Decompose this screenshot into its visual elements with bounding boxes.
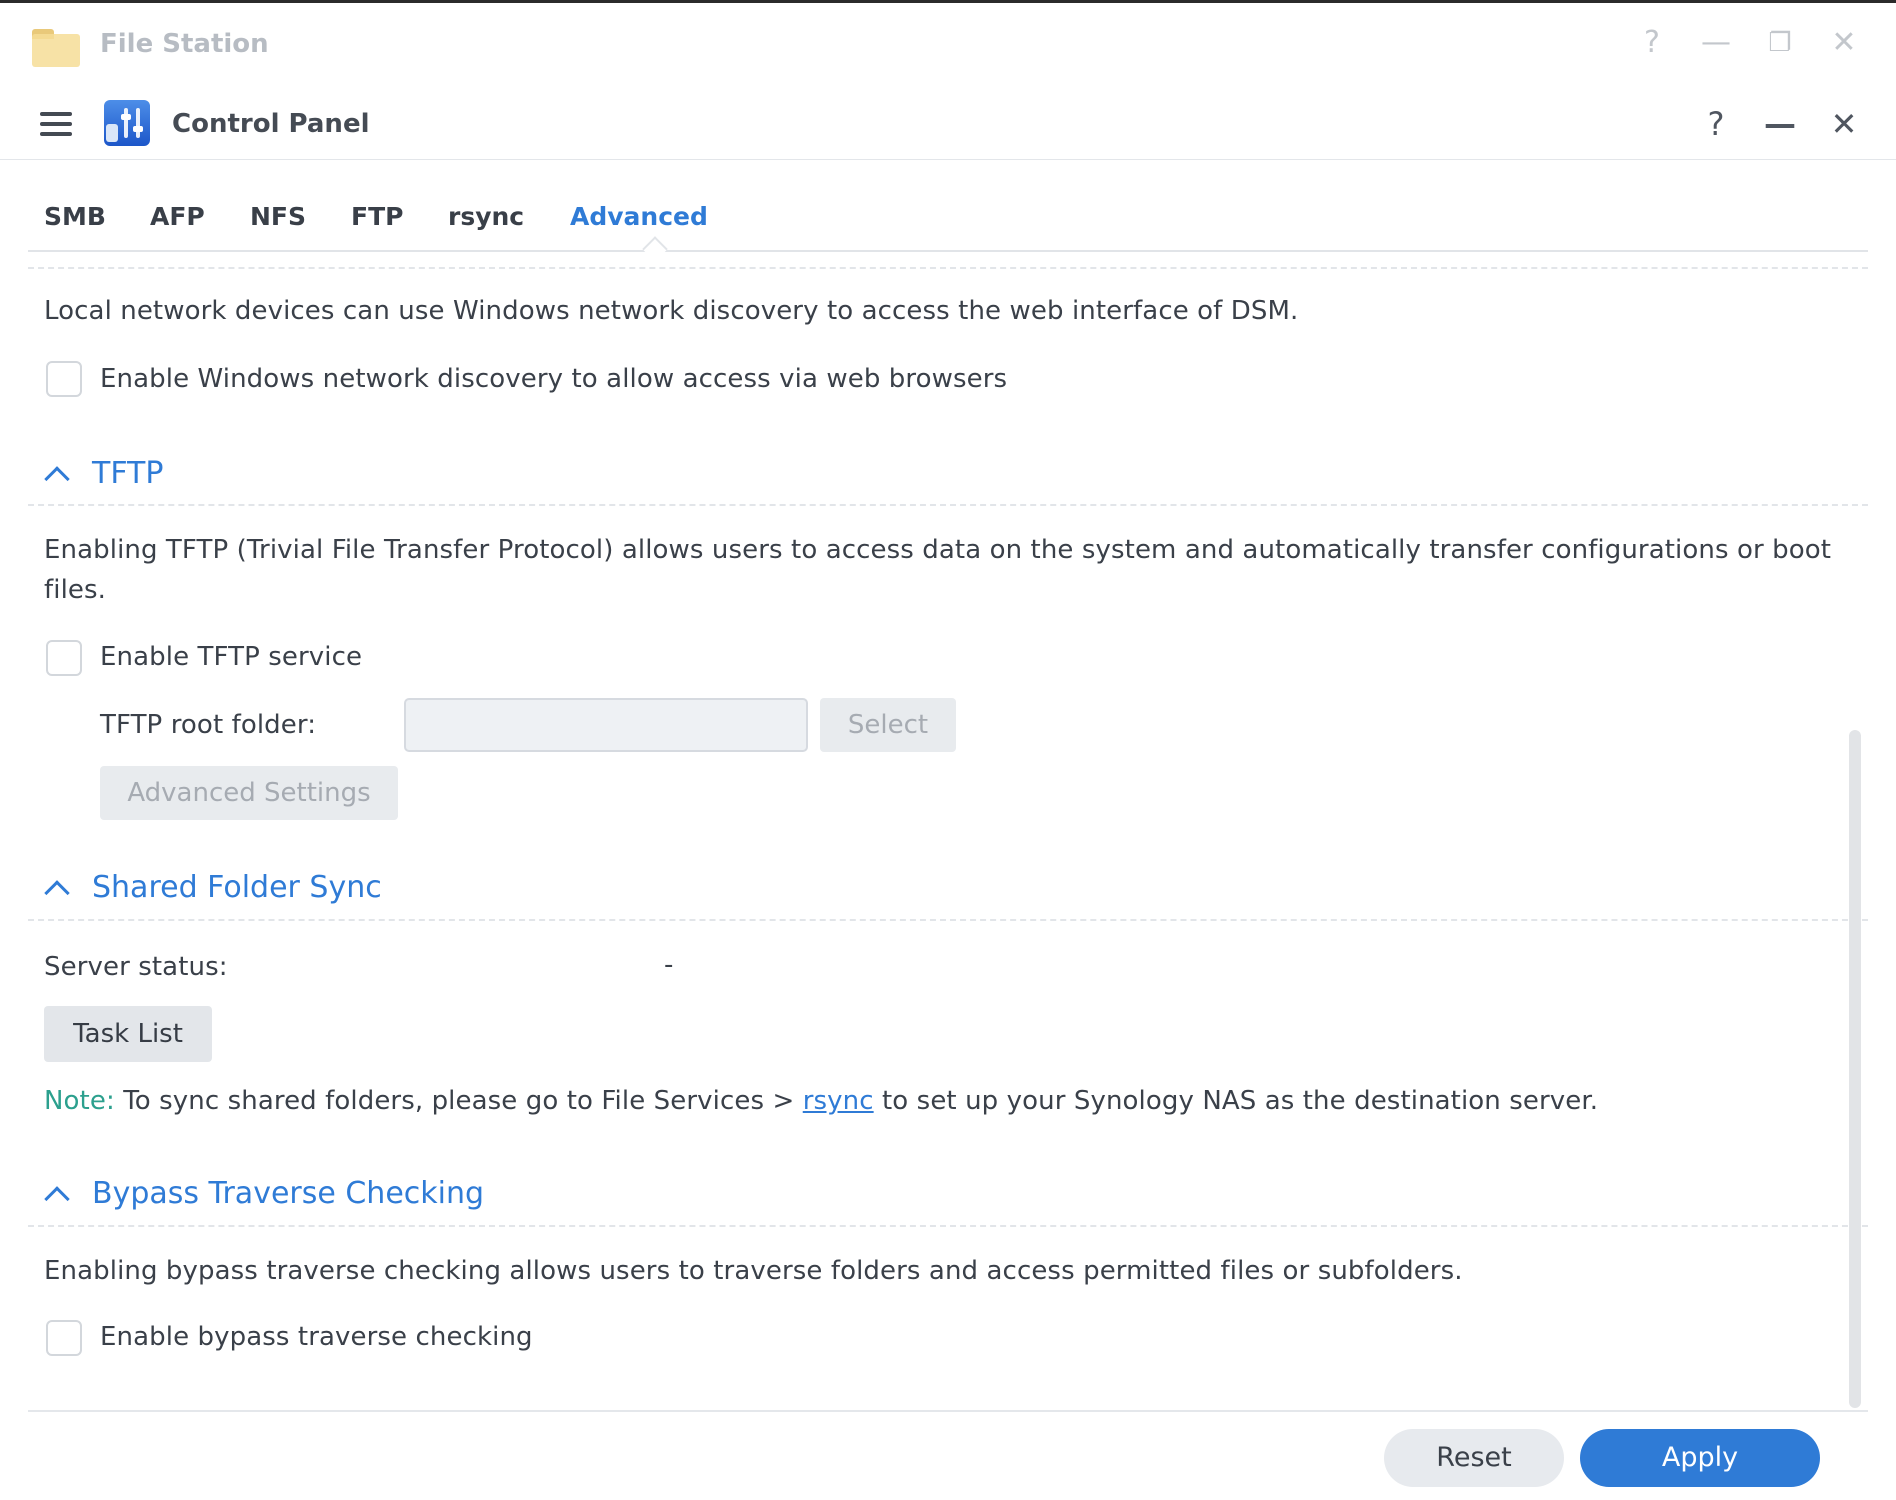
wsd-checkbox[interactable] bbox=[46, 361, 82, 397]
note-label: Note: bbox=[44, 1086, 115, 1116]
tab-afp[interactable]: AFP bbox=[150, 202, 205, 231]
reset-button[interactable]: Reset bbox=[1384, 1429, 1564, 1487]
tftp-heading: TFTP bbox=[92, 456, 164, 491]
footer-divider bbox=[28, 1410, 1868, 1412]
minimize-icon[interactable]: — bbox=[1696, 23, 1736, 63]
select-button[interactable]: Select bbox=[820, 698, 956, 752]
divider bbox=[28, 919, 1868, 921]
tftp-root-folder-input[interactable] bbox=[404, 698, 808, 752]
tftp-description: Enabling TFTP (Trivial File Transfer Pro… bbox=[44, 535, 1832, 605]
chevron-up-icon bbox=[44, 1186, 70, 1212]
advanced-settings-button[interactable]: Advanced Settings bbox=[100, 766, 398, 820]
control-panel-header: Control Panel ? — ✕ bbox=[0, 88, 1896, 160]
wsd-checkbox-label[interactable]: Enable Windows network discovery to allo… bbox=[100, 364, 1007, 394]
help-icon[interactable]: ? bbox=[1694, 102, 1738, 146]
tftp-checkbox-label[interactable]: Enable TFTP service bbox=[100, 642, 362, 672]
server-status-label: Server status: bbox=[44, 952, 228, 982]
note-text-before: To sync shared folders, please go to Fil… bbox=[123, 1086, 795, 1116]
bypass-traverse-heading: Bypass Traverse Checking bbox=[92, 1176, 485, 1211]
sync-note: Note: To sync shared folders, please go … bbox=[44, 1086, 1598, 1116]
tftp-root-folder-label: TFTP root folder: bbox=[100, 710, 317, 740]
chevron-up-icon bbox=[44, 880, 70, 906]
divider bbox=[28, 504, 1868, 506]
file-station-title: File Station bbox=[100, 29, 269, 59]
folder-icon bbox=[32, 25, 80, 67]
tab-advanced[interactable]: Advanced bbox=[570, 202, 708, 231]
shared-folder-sync-heading: Shared Folder Sync bbox=[92, 870, 382, 905]
tab-rsync[interactable]: rsync bbox=[448, 202, 524, 231]
tab-nfs[interactable]: NFS bbox=[250, 202, 306, 231]
vertical-scrollbar[interactable] bbox=[1849, 730, 1861, 1408]
tab-ftp[interactable]: FTP bbox=[351, 202, 403, 231]
rsync-link[interactable]: rsync bbox=[803, 1086, 874, 1116]
divider bbox=[28, 1225, 1868, 1227]
wsd-description: Local network devices can use Windows ne… bbox=[44, 296, 1299, 326]
divider bbox=[28, 267, 1868, 269]
tab-bar: SMB AFP NFS FTP rsync Advanced bbox=[28, 196, 1868, 262]
server-status-value: - bbox=[664, 950, 674, 980]
chevron-up-icon bbox=[44, 466, 70, 492]
restore-icon[interactable]: ❐ bbox=[1760, 23, 1800, 63]
active-tab-indicator bbox=[642, 236, 668, 262]
tftp-checkbox[interactable] bbox=[46, 640, 82, 676]
bypass-traverse-description: Enabling bypass traverse checking allows… bbox=[44, 1256, 1463, 1286]
minimize-icon[interactable]: — bbox=[1758, 102, 1802, 146]
close-icon[interactable]: ✕ bbox=[1824, 23, 1864, 63]
apply-button[interactable]: Apply bbox=[1580, 1429, 1820, 1487]
bypass-traverse-checkbox[interactable] bbox=[46, 1320, 82, 1356]
note-text-after: to set up your Synology NAS as the desti… bbox=[882, 1086, 1599, 1116]
help-icon[interactable]: ? bbox=[1632, 23, 1672, 63]
tab-smb[interactable]: SMB bbox=[44, 202, 106, 231]
window-title: Control Panel bbox=[172, 109, 370, 139]
control-panel-app-icon bbox=[104, 100, 150, 146]
file-station-titlebar[interactable]: File Station ? — ❐ ✕ bbox=[0, 3, 1896, 83]
bypass-traverse-checkbox-label[interactable]: Enable bypass traverse checking bbox=[100, 1322, 533, 1352]
task-list-button[interactable]: Task List bbox=[44, 1006, 212, 1062]
close-icon[interactable]: ✕ bbox=[1822, 102, 1866, 146]
hamburger-menu-icon[interactable] bbox=[38, 107, 74, 141]
